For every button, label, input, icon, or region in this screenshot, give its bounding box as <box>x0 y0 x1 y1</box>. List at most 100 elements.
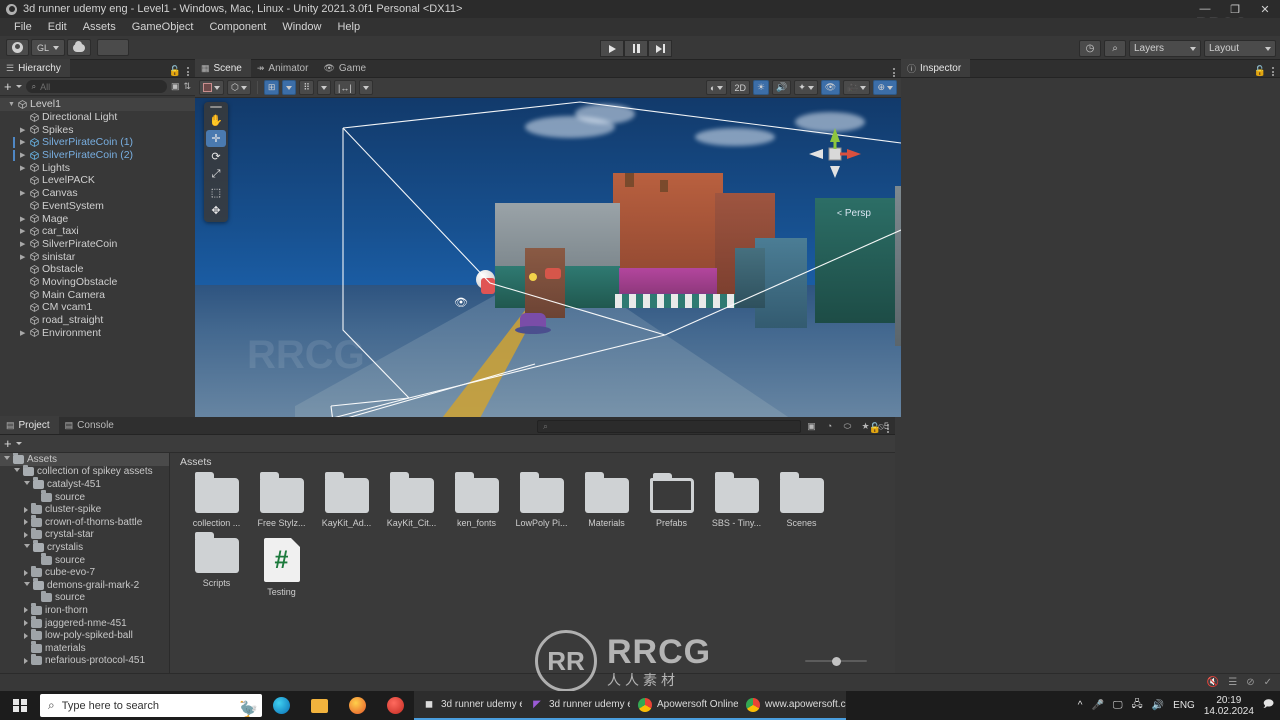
hierarchy-item[interactable]: road_straight <box>0 314 195 327</box>
hidden-packages-icon[interactable]: ⦸ 5 <box>876 419 891 433</box>
project-tree-item[interactable]: collection of spikey assets <box>0 464 169 479</box>
project-asset-item[interactable]: collection ... <box>184 472 249 528</box>
slider-knob[interactable] <box>832 656 842 666</box>
taskbar-explorer-button[interactable] <box>300 691 338 720</box>
create-asset-button[interactable]: + <box>4 437 12 450</box>
menu-edit[interactable]: Edit <box>40 18 75 36</box>
project-content-area[interactable]: Assets collection ... Free Stylz... KayKit… <box>170 453 895 673</box>
play-button[interactable] <box>600 40 624 57</box>
tab-animator[interactable]: ↠ Animator <box>251 59 318 77</box>
scene-camera-mode-button[interactable]: ◐ <box>706 80 728 95</box>
maximize-button[interactable]: ❐ <box>1220 0 1250 18</box>
tab-game[interactable]: 👁 Game <box>317 59 375 77</box>
chevron-right-icon[interactable] <box>24 569 28 576</box>
menu-component[interactable]: Component <box>201 18 274 36</box>
chevron-right-icon[interactable]: ▶ <box>20 329 25 337</box>
project-tree-item[interactable]: crystal-star <box>0 527 169 542</box>
taskbar-search-input[interactable]: ⌕ Type here to search 🦤 <box>40 694 262 717</box>
rect-tool-button[interactable]: ⬚ <box>206 184 226 201</box>
hierarchy-item[interactable]: MovingObstacle <box>0 276 195 289</box>
chevron-right-icon[interactable]: ▶ <box>20 126 25 134</box>
mute-audio-icon[interactable]: 🔇 <box>1207 677 1219 688</box>
sort-icon[interactable]: ⇅ <box>183 81 191 92</box>
hierarchy-item[interactable]: CM vcam1 <box>0 301 195 314</box>
project-asset-item[interactable]: Materials <box>574 472 639 528</box>
projection-mode-label[interactable]: < Persp <box>837 208 871 219</box>
filter-label-icon[interactable]: ⬭ <box>840 419 855 433</box>
cloud-button[interactable] <box>67 39 92 56</box>
chevron-down-icon[interactable] <box>24 581 30 589</box>
menu-help[interactable]: Help <box>329 18 368 36</box>
project-asset-item[interactable]: KayKit_Cit... <box>379 472 444 528</box>
chevron-right-icon[interactable] <box>24 607 28 614</box>
hierarchy-item[interactable]: Obstacle <box>0 263 195 276</box>
transform-tool-button[interactable]: ✥ <box>206 202 226 219</box>
hierarchy-item[interactable]: ▶ Canvas <box>0 187 195 200</box>
project-tree-item[interactable]: Assets <box>0 453 169 466</box>
scene-audio-button[interactable]: 🔊 <box>772 80 792 95</box>
kebab-menu-icon[interactable] <box>187 67 189 76</box>
hierarchy-item[interactable]: ▶ car_taxi <box>0 225 195 238</box>
chevron-right-icon[interactable]: ▶ <box>20 189 25 197</box>
project-tree-item[interactable]: catalyst-451 <box>0 477 169 491</box>
lock-icon[interactable]: 🔓 <box>1254 66 1266 77</box>
start-button[interactable] <box>0 691 40 720</box>
hierarchy-item[interactable]: ▶ SilverPirateCoin <box>0 238 195 251</box>
scene-visibility-button[interactable]: 👁 <box>820 80 841 95</box>
chevron-right-icon[interactable] <box>24 657 28 664</box>
chevron-right-icon[interactable] <box>24 506 28 513</box>
clock[interactable]: 20:19 14.02.2024 <box>1204 695 1254 717</box>
hierarchy-item[interactable]: ▶ Mage <box>0 212 195 225</box>
project-tree-item[interactable]: materials <box>0 641 169 655</box>
taskbar-app-visual-studio[interactable]: ◤ 3d runner udemy e... <box>522 691 630 720</box>
chevron-down-icon[interactable] <box>24 480 30 488</box>
chevron-right-icon[interactable] <box>24 531 28 538</box>
project-asset-item[interactable]: Scripts <box>184 532 249 597</box>
tab-hierarchy[interactable]: ☰ Hierarchy <box>0 59 70 77</box>
grid-visibility-button[interactable]: ⠿ <box>299 80 314 95</box>
project-tree-item[interactable]: crown-of-thorns-battle <box>0 515 169 529</box>
hierarchy-item[interactable]: ▶ sinistar <box>0 250 195 263</box>
chevron-right-icon[interactable]: ▶ <box>20 215 25 223</box>
project-asset-item[interactable]: LowPoly Pi... <box>509 472 574 528</box>
kebab-menu-icon[interactable] <box>893 68 895 77</box>
chevron-down-icon[interactable] <box>24 543 30 551</box>
hierarchy-item[interactable]: ▶ SilverPirateCoin (2) <box>0 149 195 162</box>
display-icon[interactable]: 🖵 <box>1113 700 1123 711</box>
scene-visibility-eye-icon[interactable]: 👁 <box>454 296 468 309</box>
project-zoom-slider[interactable] <box>805 655 867 667</box>
chevron-right-icon[interactable]: ▶ <box>20 227 25 235</box>
notification-icon[interactable]: 🗩 <box>1263 697 1274 714</box>
project-tree-item[interactable]: source <box>0 553 169 567</box>
hierarchy-item[interactable]: ▶ Environment <box>0 326 195 339</box>
move-tool-button[interactable]: ✛ <box>206 130 226 147</box>
taskbar-opera-button[interactable] <box>376 691 414 720</box>
menu-gameobject[interactable]: GameObject <box>124 18 202 36</box>
network-icon[interactable]: 🖧 <box>1132 697 1143 714</box>
project-asset-item[interactable]: # Testing <box>249 538 314 597</box>
chevron-right-icon[interactable]: ▶ <box>20 253 25 261</box>
project-tree-item[interactable]: source <box>0 590 169 605</box>
search-icon[interactable]: ⌕ <box>1104 40 1126 57</box>
layers-status-icon[interactable]: ☰ <box>1228 677 1237 688</box>
camera-settings-button[interactable]: 🎥 <box>843 80 871 95</box>
tab-inspector[interactable]: ⓘ Inspector <box>901 59 971 77</box>
hierarchy-item[interactable]: Directional Light <box>0 111 195 124</box>
project-search-input[interactable]: ⌕ <box>537 419 801 433</box>
scene-fx-button[interactable]: ✦ <box>794 80 818 95</box>
history-icon[interactable]: ◷ <box>1079 40 1101 57</box>
chevron-down-icon[interactable] <box>14 468 20 475</box>
hand-tool-button[interactable]: ✋ <box>206 112 226 129</box>
kebab-menu-icon[interactable] <box>1272 67 1274 76</box>
volume-icon[interactable]: 🔊 <box>1152 700 1164 711</box>
tab-project[interactable]: ▤ Project <box>0 416 59 434</box>
project-tree-item[interactable]: low-poly-spiked-ball <box>0 628 169 642</box>
pause-button[interactable] <box>624 40 648 57</box>
scene-viewport[interactable]: 👁 ✋ ✛ ⟳ ⤢ ⬚ ✥ < Persp <box>195 98 901 435</box>
mic-icon[interactable]: 🎤 <box>1091 700 1103 711</box>
tab-console[interactable]: ▤ Console <box>59 416 123 434</box>
project-tree-item[interactable]: crystalis <box>0 540 169 554</box>
grid-snap-dropdown[interactable] <box>282 80 297 95</box>
chevron-right-icon[interactable] <box>24 620 28 627</box>
project-tree-item[interactable]: cluster-spike <box>0 502 169 516</box>
